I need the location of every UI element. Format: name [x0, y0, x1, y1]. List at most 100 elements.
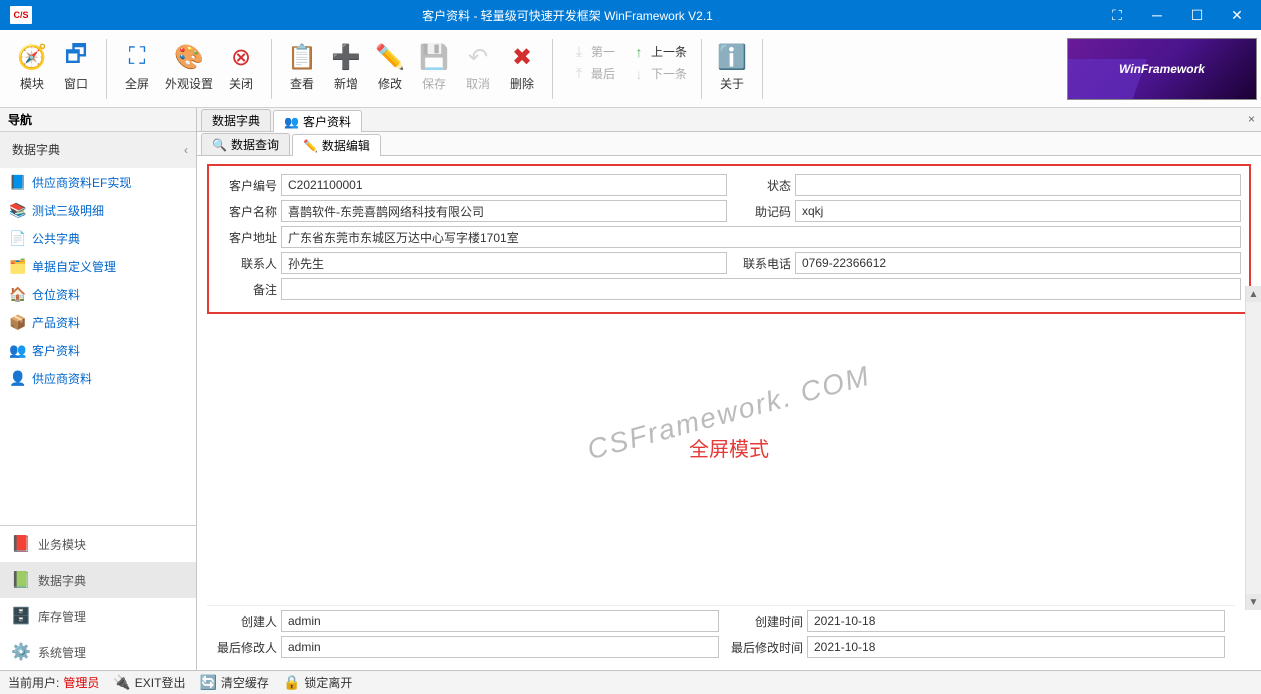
nav-group-0[interactable]: 📕 业务模块 [0, 526, 196, 562]
nav-item-label: 供应商资料EF实现 [32, 174, 131, 191]
last-record-button: ⤒ 最后 [563, 63, 623, 85]
fullscreen-button[interactable]: ⛶ 全屏 [115, 37, 159, 97]
undo-icon: ↶ [462, 41, 494, 73]
nav-item-label: 公共字典 [32, 230, 80, 247]
nav-tree: 📘 供应商资料EF实现 📚测试三级明细📄公共字典🗂️单据自定义管理🏠仓位资料📦产品资… [0, 168, 196, 525]
close-tab-button[interactable]: ⊗ 关闭 [219, 37, 263, 97]
up-icon: ↑ [631, 44, 647, 60]
ribbon-toolbar: 🧭 模块 🗗 窗口 ⛶ 全屏 🎨 外观设置 ⊗ 关闭 📋 查看 ➕ 新增 [0, 30, 1261, 108]
nav-group-icon: 📕 [12, 535, 30, 553]
nav-item-5[interactable]: 📦产品资料 [0, 308, 196, 336]
nav-group-icon: 🗄️ [12, 607, 30, 625]
input-customer-name[interactable] [281, 200, 727, 222]
scroll-up-icon[interactable]: ▲ [1246, 286, 1261, 302]
scroll-down-icon[interactable]: ▼ [1246, 594, 1261, 610]
nav-item-label: 供应商资料 [32, 370, 92, 387]
label-phone: 联系电话 [731, 255, 791, 272]
delete-button[interactable]: ✖ 删除 [500, 37, 544, 97]
refresh-icon: 🔄 [199, 674, 216, 691]
nav-item-2[interactable]: 📄公共字典 [0, 224, 196, 252]
input-status[interactable] [795, 174, 1241, 196]
about-button[interactable]: ℹ️ 关于 [710, 37, 754, 97]
label-address: 客户地址 [217, 229, 277, 246]
nav-group-label: 库存管理 [38, 608, 86, 625]
nav-section-title[interactable]: 数据字典 ‹ [0, 132, 196, 168]
tab-customer[interactable]: 👥 客户资料 [273, 110, 362, 132]
close-icon: ⊗ [225, 41, 257, 73]
input-create-time[interactable] [807, 610, 1225, 632]
label-status: 状态 [731, 177, 791, 194]
input-modify-time[interactable] [807, 636, 1225, 658]
nav-item-icon: 📦 [10, 314, 26, 330]
edit-icon: ✏️ [303, 139, 318, 153]
nav-group-label: 数据字典 [38, 572, 86, 589]
app-icon: C/S [10, 6, 32, 24]
subtab-query[interactable]: 🔍 数据查询 [201, 133, 290, 155]
nav-item-4[interactable]: 🏠仓位资料 [0, 280, 196, 308]
nav-header: 导航 [0, 108, 196, 132]
lock-button[interactable]: 🔒 锁定离开 [283, 674, 352, 691]
tab-data-dict[interactable]: 数据字典 [201, 109, 271, 131]
windows-icon: 🗗 [60, 41, 92, 73]
nav-group-label: 系统管理 [38, 644, 86, 661]
nav-item-7[interactable]: 👤供应商资料 [0, 364, 196, 392]
window-button[interactable]: 🗗 窗口 [54, 37, 98, 97]
exit-button[interactable]: 🔌 EXIT登出 [113, 674, 185, 691]
vertical-scrollbar[interactable]: ▲ ▼ [1245, 286, 1261, 610]
close-window-button[interactable]: ✕ [1217, 0, 1257, 30]
nav-group-icon: ⚙️ [12, 643, 30, 661]
subtab-edit[interactable]: ✏️ 数据编辑 [292, 134, 381, 156]
label-create-time: 创建时间 [723, 613, 803, 630]
prev-record-button[interactable]: ↑ 上一条 [627, 41, 691, 63]
document-tabs: 数据字典 👥 客户资料 × [197, 108, 1261, 132]
content-area: 数据字典 👥 客户资料 × 🔍 数据查询 ✏️ 数据编辑 客户编号 [197, 108, 1261, 670]
last-icon: ⤒ [571, 66, 587, 82]
nav-group-1[interactable]: 📗数据字典 [0, 562, 196, 598]
clear-cache-button[interactable]: 🔄 清空缓存 [199, 674, 268, 691]
nav-item-0[interactable]: 📘 供应商资料EF实现 [0, 168, 196, 196]
title-bar: C/S 客户资料 - 轻量级可快速开发框架 WinFramework V2.1 … [0, 0, 1261, 30]
view-button[interactable]: 📋 查看 [280, 37, 324, 97]
lock-icon: 🔒 [283, 674, 300, 691]
label-customer-name: 客户名称 [217, 203, 277, 220]
input-address[interactable] [281, 226, 1241, 248]
nav-item-6[interactable]: 👥客户资料 [0, 336, 196, 364]
nav-item-icon: 🏠 [10, 286, 26, 302]
module-button[interactable]: 🧭 模块 [10, 37, 54, 97]
label-modify-time: 最后修改时间 [723, 639, 803, 656]
input-remark[interactable] [281, 278, 1241, 300]
input-mnemonic[interactable] [795, 200, 1241, 222]
save-icon: 💾 [418, 41, 450, 73]
label-mnemonic: 助记码 [731, 203, 791, 220]
add-button[interactable]: ➕ 新增 [324, 37, 368, 97]
nav-group-label: 业务模块 [38, 536, 86, 553]
nav-item-icon: 👥 [10, 342, 26, 358]
status-current-user: 当前用户: 管理员 [8, 674, 99, 691]
nav-item-1[interactable]: 📚测试三级明细 [0, 196, 196, 224]
sub-tabs: 🔍 数据查询 ✏️ 数据编辑 [197, 132, 1261, 156]
input-customer-id[interactable] [281, 174, 727, 196]
users-icon: 👥 [284, 115, 299, 129]
label-modifier: 最后修改人 [217, 639, 277, 656]
watermark-text: CSFramework. COM [584, 360, 874, 466]
exit-icon: 🔌 [113, 674, 130, 691]
fullscreen-overlay-text: 全屏模式 [689, 433, 769, 462]
tab-close-button[interactable]: × [1248, 112, 1255, 126]
nav-group-2[interactable]: 🗄️ 库存管理 [0, 598, 196, 634]
fullscreen-window-button[interactable]: ⛶ [1097, 0, 1137, 30]
edit-button[interactable]: ✏️ 修改 [368, 37, 412, 97]
input-contact[interactable] [281, 252, 727, 274]
nav-group-3[interactable]: ⚙️ 系统管理 [0, 634, 196, 670]
input-phone[interactable] [795, 252, 1241, 274]
maximize-button[interactable]: ☐ [1177, 0, 1217, 30]
nav-item-3[interactable]: 🗂️单据自定义管理 [0, 252, 196, 280]
window-title: 客户资料 - 轻量级可快速开发框架 WinFramework V2.1 [38, 7, 1097, 24]
save-button: 💾 保存 [412, 37, 456, 97]
minimize-button[interactable]: ─ [1137, 0, 1177, 30]
palette-icon: 🎨 [173, 41, 205, 73]
appearance-button[interactable]: 🎨 外观设置 [159, 37, 219, 97]
input-modifier[interactable] [281, 636, 719, 658]
nav-item-icon: 🗂️ [10, 258, 26, 274]
nav-item-icon: 📘 [10, 174, 26, 190]
input-creator[interactable] [281, 610, 719, 632]
